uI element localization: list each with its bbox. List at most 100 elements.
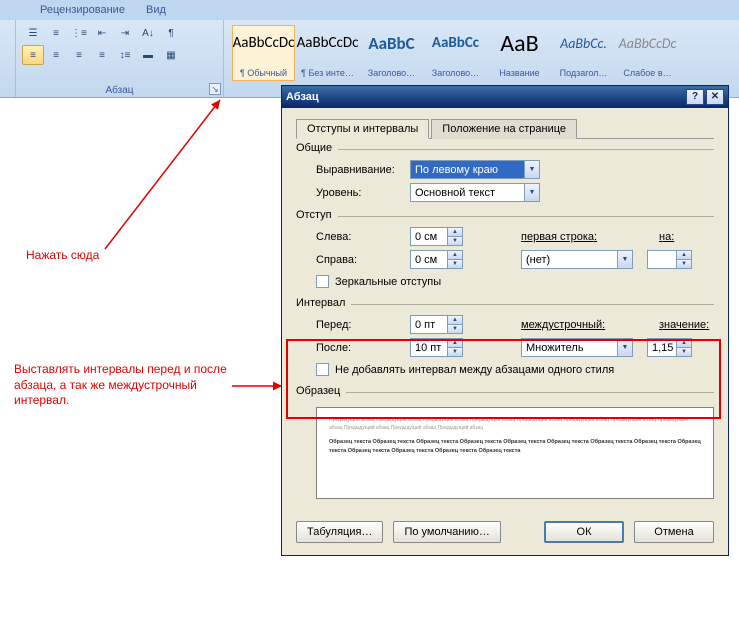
paragraph-dialog-launcher[interactable]: ↘ bbox=[209, 83, 221, 95]
on-spinner[interactable]: ▲▼ bbox=[647, 250, 692, 269]
alignment-combo[interactable]: По левому краю ▼ bbox=[410, 160, 540, 179]
value-spinner[interactable]: 1,15 ▲▼ bbox=[647, 338, 692, 357]
after-spinner[interactable]: 10 пт ▲▼ bbox=[410, 338, 463, 357]
ribbon-tabs: Рецензирование Вид bbox=[0, 0, 739, 20]
align-center-button[interactable]: ≡ bbox=[45, 45, 67, 65]
style-item-1[interactable]: AaBbCcDc ¶ Без инте… bbox=[296, 25, 359, 81]
style-item-5[interactable]: AaBbCc. Подзагол… bbox=[552, 25, 615, 81]
after-label: После: bbox=[316, 342, 406, 354]
ribbon-group-paragraph: ☰ ≡ ⋮≡ ⇤ ⇥ A↓ ¶ ≡ ≡ ≡ ≡ ↕≡ ▬ ▦ Абзац ↘ bbox=[16, 20, 224, 97]
show-marks-button[interactable]: ¶ bbox=[160, 23, 182, 43]
legend-spacing: Интервал bbox=[296, 297, 351, 309]
no-space-checkbox[interactable] bbox=[316, 363, 329, 376]
preview-box: Предыдущий абзац Предыдущий абзац Предыд… bbox=[316, 407, 714, 499]
right-value: 0 см bbox=[411, 251, 447, 268]
no-space-label: Не добавлять интервал между абзацами одн… bbox=[335, 364, 614, 376]
paragraph-dialog: Абзац ? ✕ Отступы и интервалы Положение … bbox=[281, 85, 729, 556]
value-value: 1,15 bbox=[648, 339, 676, 356]
default-button[interactable]: По умолчанию… bbox=[393, 521, 500, 543]
style-preview: AaBbCcDc bbox=[299, 28, 356, 58]
level-label: Уровень: bbox=[316, 187, 406, 199]
value-label: значение: bbox=[659, 319, 709, 331]
line-spacing-button[interactable]: ↕≡ bbox=[114, 45, 136, 65]
group-label-paragraph: Абзац bbox=[16, 85, 223, 96]
style-name: ¶ Без инте… bbox=[299, 68, 356, 78]
style-preview: AaBbCc. bbox=[555, 28, 612, 58]
style-name: Подзагол… bbox=[555, 68, 612, 78]
align-right-button[interactable]: ≡ bbox=[68, 45, 90, 65]
style-preview: AaBbC bbox=[363, 28, 420, 58]
sort-button[interactable]: A↓ bbox=[137, 23, 159, 43]
line-spacing-value: Множитель bbox=[522, 339, 617, 356]
mirror-label: Зеркальные отступы bbox=[335, 276, 441, 288]
level-value: Основной текст bbox=[411, 184, 524, 201]
shading-button[interactable]: ▬ bbox=[137, 45, 159, 65]
level-combo[interactable]: Основной текст ▼ bbox=[410, 183, 540, 202]
style-preview: AaBbCcDc bbox=[619, 28, 676, 58]
before-label: Перед: bbox=[316, 319, 406, 331]
multilevel-button[interactable]: ⋮≡ bbox=[68, 23, 90, 43]
decrease-indent-button[interactable]: ⇤ bbox=[91, 23, 113, 43]
chevron-down-icon: ▼ bbox=[524, 184, 539, 201]
alignment-label: Выравнивание: bbox=[316, 164, 406, 176]
legend-indent: Отступ bbox=[296, 209, 338, 221]
increase-indent-button[interactable]: ⇥ bbox=[114, 23, 136, 43]
style-gallery: AaBbCcDc¶ ОбычныйAaBbCcDc¶ Без инте…AaBb… bbox=[230, 23, 733, 83]
style-item-2[interactable]: AaBbC Заголово… bbox=[360, 25, 423, 81]
left-label: Слева: bbox=[316, 231, 406, 243]
ribbon-group-prev bbox=[0, 20, 16, 97]
help-button[interactable]: ? bbox=[686, 89, 704, 105]
dialog-title: Абзац bbox=[286, 91, 319, 103]
cancel-button[interactable]: Отмена bbox=[634, 521, 714, 543]
chevron-down-icon: ▼ bbox=[617, 251, 632, 268]
on-label: на: bbox=[659, 231, 674, 243]
close-button[interactable]: ✕ bbox=[706, 89, 724, 105]
right-spinner[interactable]: 0 см ▲▼ bbox=[410, 250, 463, 269]
before-spinner[interactable]: 0 пт ▲▼ bbox=[410, 315, 463, 334]
first-line-combo[interactable]: (нет) ▼ bbox=[521, 250, 633, 269]
style-name: ¶ Обычный bbox=[235, 68, 292, 78]
chevron-down-icon: ▼ bbox=[617, 339, 632, 356]
style-item-4[interactable]: AaBНазвание bbox=[488, 25, 551, 81]
borders-button[interactable]: ▦ bbox=[160, 45, 182, 65]
tab-view[interactable]: Вид bbox=[146, 4, 166, 16]
bullets-button[interactable]: ☰ bbox=[22, 23, 44, 43]
right-label: Справа: bbox=[316, 254, 406, 266]
after-value: 10 пт bbox=[411, 339, 447, 356]
legend-general: Общие bbox=[296, 142, 338, 154]
first-line-label: первая строка: bbox=[521, 231, 621, 243]
mirror-checkbox[interactable] bbox=[316, 275, 329, 288]
numbering-button[interactable]: ≡ bbox=[45, 23, 67, 43]
dialog-tabs: Отступы и интервалы Положение на страниц… bbox=[296, 118, 714, 139]
style-preview: AaBbCc bbox=[427, 28, 484, 58]
before-value: 0 пт bbox=[411, 316, 447, 333]
style-name: Заголово… bbox=[427, 68, 484, 78]
dialog-titlebar[interactable]: Абзац ? ✕ bbox=[282, 86, 728, 108]
on-value bbox=[648, 251, 676, 268]
annotation-click-here: Нажать сюда bbox=[26, 248, 99, 264]
annotation-intervals: Выставлять интервалы перед и после абзац… bbox=[14, 362, 234, 409]
align-left-button[interactable]: ≡ bbox=[22, 45, 44, 65]
style-item-3[interactable]: AaBbCc Заголово… bbox=[424, 25, 487, 81]
tab-position[interactable]: Положение на странице bbox=[431, 119, 577, 139]
style-preview: AaB bbox=[491, 28, 548, 58]
style-name: Заголово… bbox=[363, 68, 420, 78]
group-spacing: Интервал Перед: 0 пт ▲▼ междустрочный: з… bbox=[296, 304, 714, 384]
left-value: 0 см bbox=[411, 228, 447, 245]
line-spacing-combo[interactable]: Множитель ▼ bbox=[521, 338, 633, 357]
style-preview: AaBbCcDc bbox=[235, 28, 292, 58]
tab-review[interactable]: Рецензирование bbox=[40, 4, 125, 16]
left-spinner[interactable]: 0 см ▲▼ bbox=[410, 227, 463, 246]
line-spacing-label: междустрочный: bbox=[521, 319, 621, 331]
style-name: Слабое в… bbox=[619, 68, 676, 78]
tabs-button[interactable]: Табуляция… bbox=[296, 521, 383, 543]
group-preview: Образец Предыдущий абзац Предыдущий абза… bbox=[296, 392, 714, 513]
ok-button[interactable]: ОК bbox=[544, 521, 624, 543]
group-general: Общие Выравнивание: По левому краю ▼ Уро… bbox=[296, 149, 714, 208]
style-item-6[interactable]: AaBbCcDc Слабое в… bbox=[616, 25, 679, 81]
chevron-down-icon: ▼ bbox=[524, 161, 539, 178]
tab-indent-spacing[interactable]: Отступы и интервалы bbox=[296, 119, 429, 139]
alignment-value: По левому краю bbox=[411, 161, 524, 178]
style-item-0[interactable]: AaBbCcDc ¶ Обычный bbox=[232, 25, 295, 81]
align-justify-button[interactable]: ≡ bbox=[91, 45, 113, 65]
